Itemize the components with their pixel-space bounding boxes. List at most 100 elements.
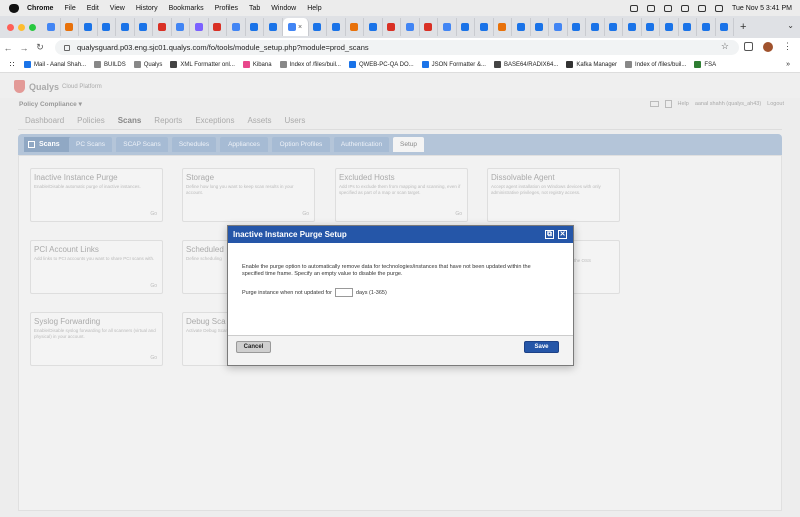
card-storage[interactable]: Storage Define how long you want to keep… bbox=[182, 168, 315, 222]
card-go-link[interactable]: Go bbox=[150, 283, 157, 289]
browser-tab[interactable] bbox=[697, 18, 716, 36]
tab-setup[interactable]: Setup bbox=[393, 137, 424, 152]
status-icon[interactable] bbox=[646, 4, 655, 12]
browser-tab[interactable] bbox=[549, 18, 568, 36]
logout-link[interactable]: Logout bbox=[767, 101, 784, 107]
bookmark-item[interactable]: XML Formatter onl... bbox=[170, 61, 235, 68]
browser-tab[interactable] bbox=[420, 18, 438, 36]
bookmark-item[interactable]: Index of /files/buil... bbox=[625, 61, 686, 68]
reload-button[interactable]: ↻ bbox=[32, 42, 48, 53]
browser-tab[interactable] bbox=[586, 18, 605, 36]
tab-authentication[interactable]: Authentication bbox=[334, 137, 389, 152]
bookmark-item[interactable]: Kafka Manager bbox=[566, 61, 617, 68]
card-pci-account-links[interactable]: PCI Account Links Add links to PCI accou… bbox=[30, 240, 163, 294]
bookmark-item[interactable]: JSON Formatter &... bbox=[421, 61, 486, 68]
browser-tab[interactable] bbox=[457, 18, 475, 36]
browser-tab[interactable] bbox=[679, 18, 697, 36]
browser-tab[interactable] bbox=[98, 18, 116, 36]
menu-file[interactable]: File bbox=[64, 5, 75, 12]
browser-tab[interactable] bbox=[568, 18, 586, 36]
extensions-icon[interactable] bbox=[744, 42, 753, 51]
browser-tab[interactable] bbox=[264, 18, 283, 36]
browser-tab[interactable] bbox=[172, 18, 190, 36]
tab-option-profiles[interactable]: Option Profiles bbox=[272, 137, 330, 152]
browser-tab[interactable] bbox=[42, 18, 61, 36]
menu-app-name[interactable]: Chrome bbox=[27, 5, 53, 12]
chrome-menu-icon[interactable]: ⋮ bbox=[783, 41, 792, 52]
popout-icon[interactable]: ⧉ bbox=[545, 230, 554, 239]
tab-search-chevron-icon[interactable]: ⌄ bbox=[787, 21, 794, 30]
close-icon[interactable]: ✕ bbox=[558, 230, 567, 239]
browser-tab[interactable] bbox=[227, 18, 246, 36]
card-go-link[interactable]: Go bbox=[150, 211, 157, 217]
browser-tab[interactable] bbox=[61, 18, 79, 36]
wifi-icon[interactable] bbox=[680, 4, 689, 12]
bookmark-star-icon[interactable]: ☆ bbox=[721, 41, 729, 52]
browser-tab[interactable] bbox=[190, 18, 209, 36]
cancel-button[interactable]: Cancel bbox=[236, 341, 271, 353]
bookmark-item[interactable]: BUILDS bbox=[94, 61, 126, 68]
card-go-link[interactable]: Go bbox=[455, 211, 462, 217]
bookmark-item[interactable]: Kibana bbox=[242, 61, 272, 68]
apple-icon[interactable] bbox=[9, 3, 19, 13]
menu-tab[interactable]: Tab bbox=[249, 5, 260, 12]
apps-grid-icon[interactable] bbox=[9, 61, 16, 68]
document-icon[interactable] bbox=[664, 100, 672, 108]
purge-days-input[interactable] bbox=[334, 288, 353, 297]
minimize-window-button[interactable] bbox=[18, 23, 25, 31]
nav-scans[interactable]: Scans bbox=[118, 116, 142, 125]
browser-tab[interactable] bbox=[494, 18, 512, 36]
browser-tab[interactable] bbox=[327, 18, 346, 36]
site-info-icon[interactable] bbox=[64, 44, 70, 51]
close-tab-icon[interactable]: × bbox=[298, 24, 302, 31]
browser-tab[interactable] bbox=[475, 18, 494, 36]
qualys-logo[interactable]: Qualys Cloud Platform bbox=[14, 80, 102, 93]
menubar-clock[interactable]: Tue Nov 5 3:41 PM bbox=[732, 5, 792, 12]
card-excluded-hosts[interactable]: Excluded Hosts Add IPs to exclude them f… bbox=[335, 168, 468, 222]
menu-bookmarks[interactable]: Bookmarks bbox=[169, 5, 204, 12]
browser-tab[interactable] bbox=[309, 18, 327, 36]
card-go-link[interactable]: Go bbox=[150, 355, 157, 361]
tab-schedules[interactable]: Schedules bbox=[172, 137, 216, 152]
browser-tab[interactable] bbox=[346, 18, 364, 36]
zoom-window-button[interactable] bbox=[29, 23, 36, 31]
browser-tab[interactable] bbox=[135, 18, 153, 36]
menu-edit[interactable]: Edit bbox=[87, 5, 99, 12]
browser-tab[interactable] bbox=[383, 18, 401, 36]
card-dissolvable-agent[interactable]: Dissolvable Agent Accept agent installat… bbox=[487, 168, 620, 222]
close-window-button[interactable] bbox=[7, 23, 14, 31]
browser-tab[interactable] bbox=[605, 18, 623, 36]
bookmark-item[interactable]: BASE64/RADIX64... bbox=[493, 61, 558, 68]
status-icon[interactable] bbox=[629, 4, 638, 12]
bookmark-item[interactable]: Index of /files/buil... bbox=[279, 61, 341, 68]
browser-tab[interactable] bbox=[364, 18, 383, 36]
nav-assets[interactable]: Assets bbox=[247, 116, 271, 125]
battery-icon[interactable] bbox=[663, 4, 672, 12]
search-icon[interactable] bbox=[697, 4, 706, 12]
nav-dashboard[interactable]: Dashboard bbox=[25, 116, 64, 125]
browser-tab[interactable] bbox=[512, 18, 531, 36]
browser-tab[interactable] bbox=[246, 18, 264, 36]
new-tab-button[interactable]: + bbox=[740, 21, 746, 33]
browser-tab[interactable] bbox=[153, 18, 172, 36]
tab-scap-scans[interactable]: SCAP Scans bbox=[116, 137, 168, 152]
card-inactive-instance-purge[interactable]: Inactive Instance Purge Enable/Disable a… bbox=[30, 168, 163, 222]
menu-window[interactable]: Window bbox=[271, 5, 296, 12]
module-selector[interactable]: Policy Compliance ▾ bbox=[19, 100, 82, 108]
browser-tab[interactable] bbox=[642, 18, 660, 36]
nav-reports[interactable]: Reports bbox=[154, 116, 182, 125]
menu-history[interactable]: History bbox=[136, 5, 158, 12]
bookmark-item[interactable]: FSA bbox=[694, 61, 716, 68]
browser-tab[interactable] bbox=[79, 18, 98, 36]
card-syslog-forwarding[interactable]: Syslog Forwarding Enable/Disable syslog … bbox=[30, 312, 163, 366]
save-button[interactable]: Save bbox=[524, 341, 559, 353]
menu-profiles[interactable]: Profiles bbox=[215, 5, 238, 12]
back-button[interactable]: ← bbox=[0, 43, 16, 53]
control-center-icon[interactable] bbox=[714, 4, 723, 12]
browser-tab[interactable] bbox=[623, 18, 642, 36]
browser-tab[interactable] bbox=[209, 18, 227, 36]
bookmark-item[interactable]: Mail - Aanal Shah... bbox=[24, 61, 86, 68]
browser-tab[interactable] bbox=[716, 18, 734, 36]
mail-icon[interactable] bbox=[649, 101, 659, 107]
nav-users[interactable]: Users bbox=[284, 116, 305, 125]
